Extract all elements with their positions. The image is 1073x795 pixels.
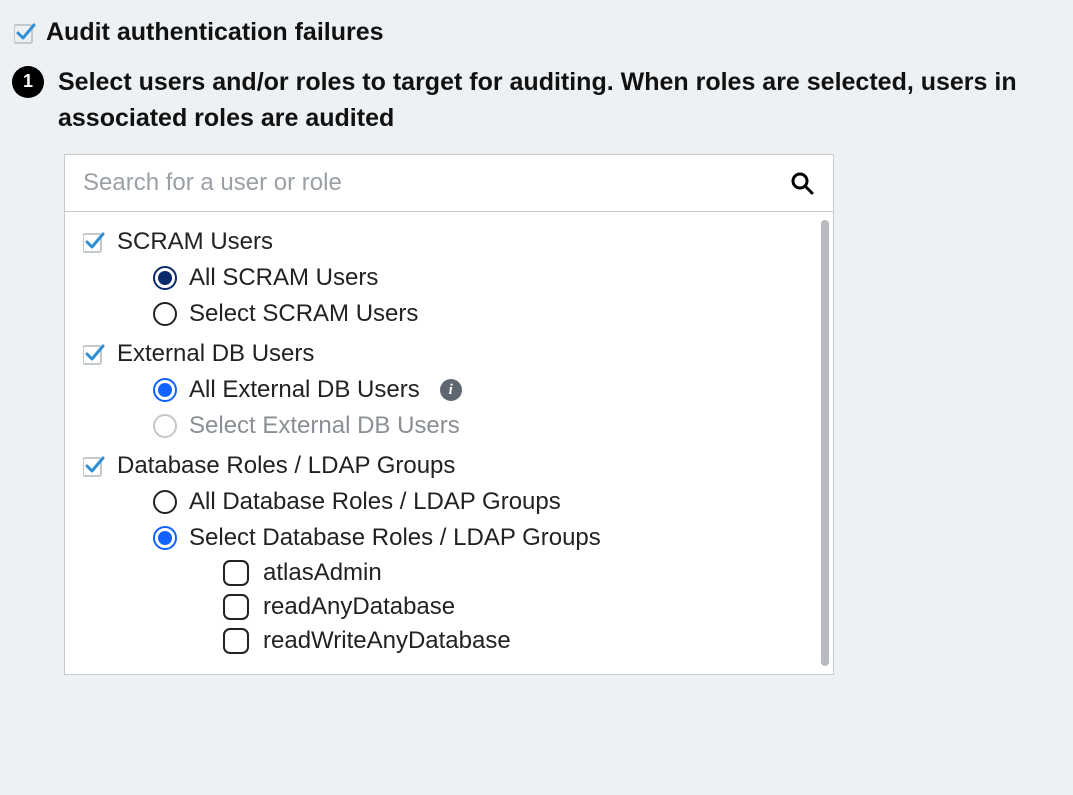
group-scram-checkbox[interactable] [83, 231, 105, 253]
group-scram-label: SCRAM Users [117, 228, 273, 256]
radio-all-scram-control[interactable] [153, 266, 177, 290]
audit-auth-failures-checkbox[interactable] [14, 22, 36, 44]
radio-all-dbroles-control[interactable] [153, 490, 177, 514]
radio-all-external[interactable]: All External DB Users i [83, 372, 833, 408]
audit-auth-failures-label: Audit authentication failures [46, 16, 384, 50]
item-atlasadmin-checkbox[interactable] [223, 560, 249, 586]
group-dbroles-checkbox[interactable] [83, 455, 105, 477]
radio-all-external-control[interactable] [153, 378, 177, 402]
radio-select-scram-control[interactable] [153, 302, 177, 326]
item-readanydatabase-label: readAnyDatabase [263, 593, 455, 621]
radio-select-external: Select External DB Users [83, 408, 833, 444]
group-scram: SCRAM Users All SCRAM Users Select SCRAM… [83, 224, 833, 332]
item-readanydatabase-checkbox[interactable] [223, 594, 249, 620]
group-scram-header[interactable]: SCRAM Users [83, 224, 833, 260]
audit-auth-failures-row: Audit authentication failures [12, 12, 1061, 64]
search-bar [65, 155, 833, 212]
item-readwriteanydatabase[interactable]: readWriteAnyDatabase [83, 624, 833, 658]
search-icon[interactable] [789, 170, 815, 196]
item-atlasadmin[interactable]: atlasAdmin [83, 556, 833, 590]
item-readanydatabase[interactable]: readAnyDatabase [83, 590, 833, 624]
radio-select-external-label: Select External DB Users [189, 412, 460, 440]
radio-select-dbroles-control[interactable] [153, 526, 177, 550]
group-dbroles: Database Roles / LDAP Groups All Databas… [83, 448, 833, 658]
item-readwriteanydatabase-label: readWriteAnyDatabase [263, 627, 511, 655]
group-external-header[interactable]: External DB Users [83, 336, 833, 372]
step-number-badge: 1 [12, 66, 44, 98]
radio-select-scram-label: Select SCRAM Users [189, 300, 418, 328]
list-container: SCRAM Users All SCRAM Users Select SCRAM… [65, 212, 833, 674]
radio-all-external-label: All External DB Users [189, 376, 420, 404]
group-external-label: External DB Users [117, 340, 314, 368]
radio-select-scram[interactable]: Select SCRAM Users [83, 296, 833, 332]
radio-all-dbroles-label: All Database Roles / LDAP Groups [189, 488, 561, 516]
group-external-checkbox[interactable] [83, 343, 105, 365]
step-heading: Select users and/or roles to target for … [58, 64, 1061, 137]
scrollbar[interactable] [821, 220, 829, 666]
step-number: 1 [23, 71, 33, 92]
info-icon[interactable]: i [440, 379, 462, 401]
item-atlasadmin-label: atlasAdmin [263, 559, 382, 587]
radio-all-dbroles[interactable]: All Database Roles / LDAP Groups [83, 484, 833, 520]
item-readwriteanydatabase-checkbox[interactable] [223, 628, 249, 654]
selection-panel: SCRAM Users All SCRAM Users Select SCRAM… [64, 154, 834, 675]
search-input[interactable] [83, 169, 789, 197]
radio-select-dbroles-label: Select Database Roles / LDAP Groups [189, 524, 601, 552]
radio-select-dbroles[interactable]: Select Database Roles / LDAP Groups [83, 520, 833, 556]
step-row: 1 Select users and/or roles to target fo… [12, 64, 1061, 155]
radio-all-scram-label: All SCRAM Users [189, 264, 378, 292]
radio-all-scram[interactable]: All SCRAM Users [83, 260, 833, 296]
group-external: External DB Users All External DB Users … [83, 336, 833, 444]
radio-select-external-control [153, 414, 177, 438]
group-dbroles-label: Database Roles / LDAP Groups [117, 452, 455, 480]
group-dbroles-header[interactable]: Database Roles / LDAP Groups [83, 448, 833, 484]
